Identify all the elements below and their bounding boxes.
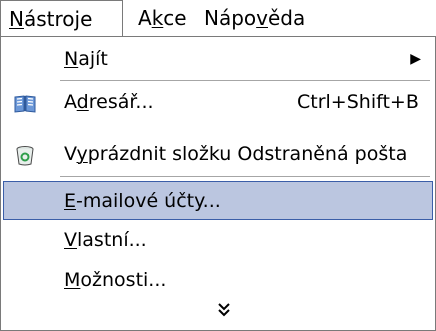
recycle-bin-icon [13,143,37,167]
menu-item-label: Vyprázdnit složku Odstraněná pošta [64,143,408,165]
menu-item-moznosti[interactable]: Možnosti... [3,261,433,300]
menu-item-label: E-mailové účty... [64,190,221,212]
menu-item-emailove-ucty[interactable]: E-mailové účty... [3,181,433,220]
menu-nastroje[interactable]: Nástroje [0,0,123,36]
menu-separator [60,176,430,177]
menu-item-vlastni[interactable]: Vlastní... [3,221,433,260]
menu-item-label: Možnosti... [64,269,167,291]
submenu-arrow-icon: ▶ [410,51,421,67]
menu-item-adresar[interactable]: Adresář... Ctrl+Shift+B [3,83,433,122]
menu-item-vyprazdnit[interactable]: Vyprázdnit složku Odstraněná pošta [3,135,433,174]
address-book-icon [13,91,37,115]
menu-akce[interactable]: Akce [130,0,195,36]
tools-dropdown-menu: Najít ▶ Adresář... Ctrl+Shift+B Vyprázdn… [0,36,436,331]
menu-item-label: Vlastní... [64,229,147,251]
double-chevron-down-icon[interactable] [213,299,235,321]
menu-item-label: Najít [64,48,108,70]
menu-item-najit[interactable]: Najít ▶ [3,40,433,79]
menu-item-label: Adresář... [64,91,154,113]
menu-separator [60,80,430,81]
menu-napoveda[interactable]: Nápověda [196,0,313,36]
menu-bar: Nástroje Akce Nápověda [0,0,436,37]
menu-item-shortcut: Ctrl+Shift+B [297,91,419,113]
